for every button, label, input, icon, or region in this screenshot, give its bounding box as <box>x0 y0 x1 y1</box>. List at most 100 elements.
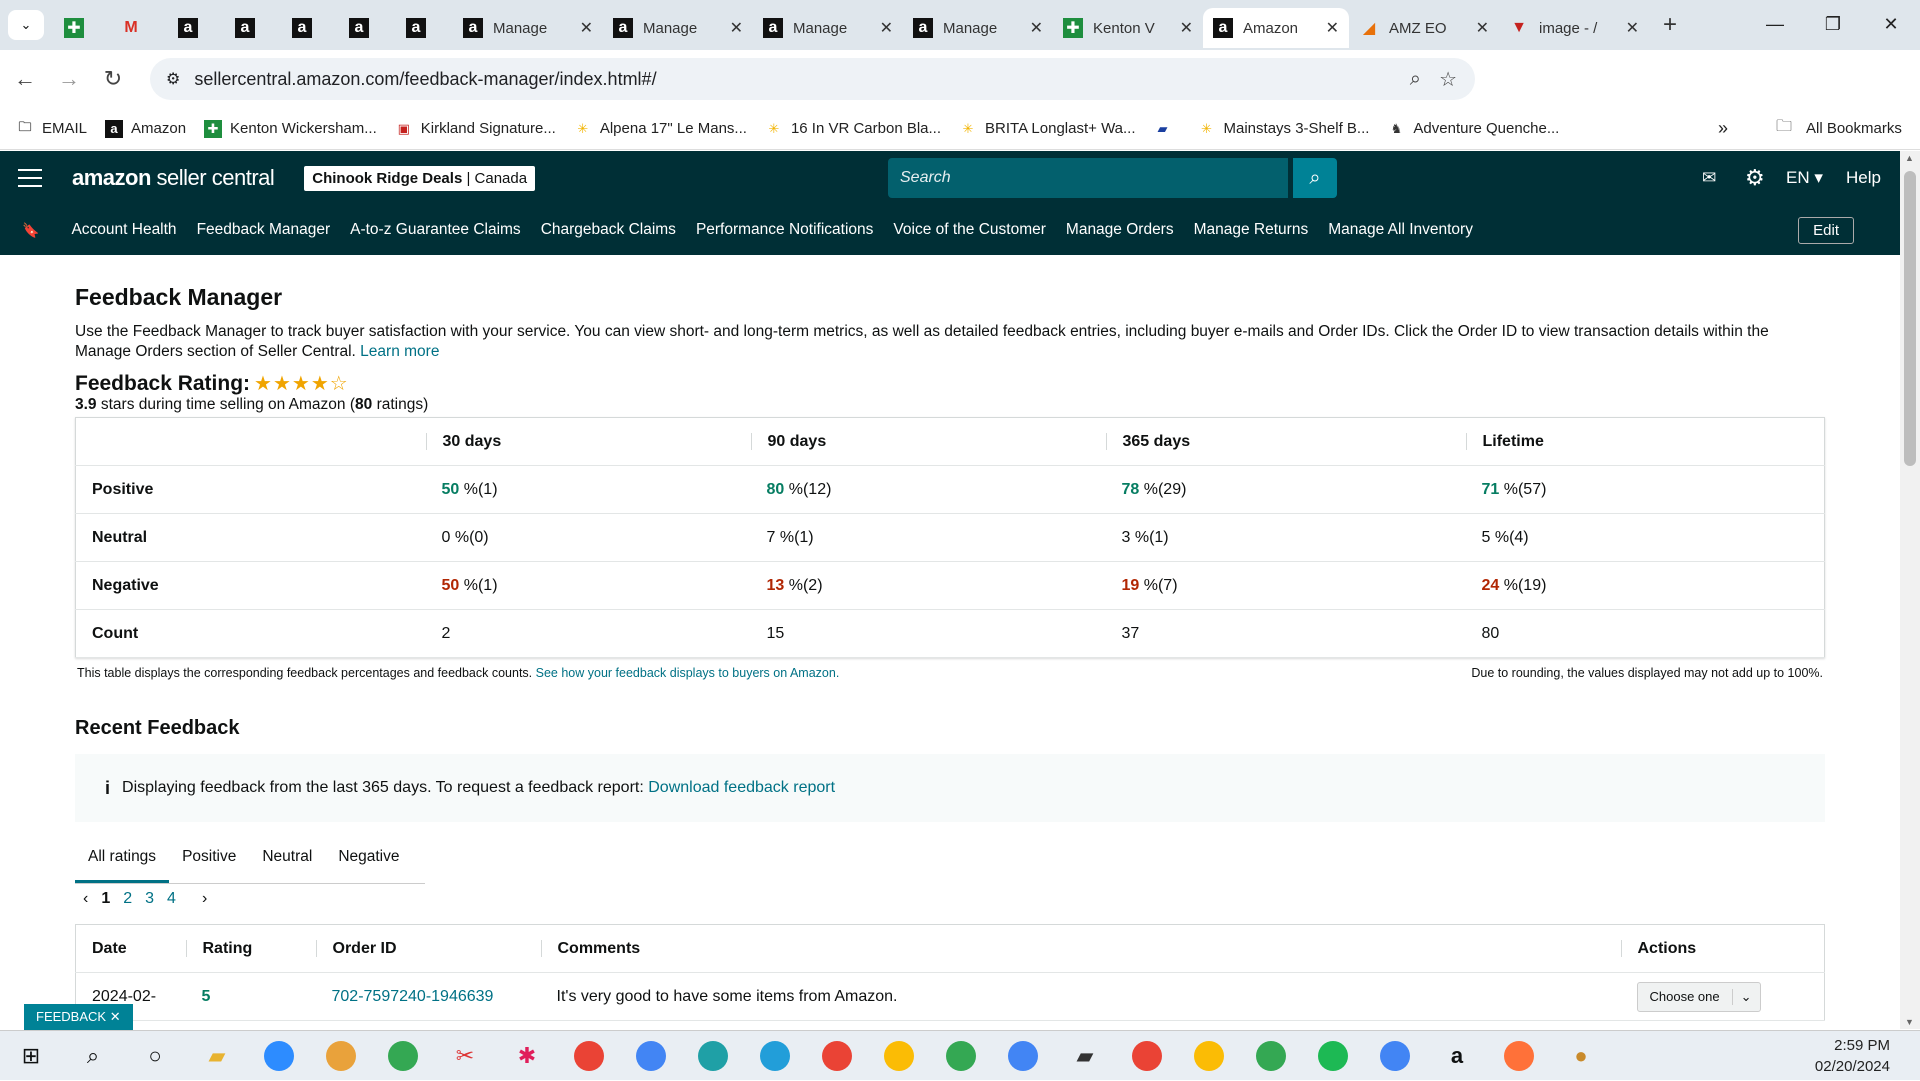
close-tab-icon[interactable]: ✕ <box>880 18 893 38</box>
page-link[interactable]: 1 <box>101 890 110 908</box>
browser-tab[interactable]: a <box>339 8 396 48</box>
bookmark-item[interactable]: ✳ 16 In VR Carbon Bla... <box>765 120 941 138</box>
task-view-icon[interactable]: ○ <box>130 1031 180 1081</box>
nav-item-chargeback-claims[interactable]: Chargeback Claims <box>541 221 676 239</box>
bookmark-item[interactable]: ♞ Adventure Quenche... <box>1387 120 1560 138</box>
chrome-app-icon[interactable] <box>1184 1031 1234 1081</box>
next-page-icon[interactable]: › <box>202 890 207 908</box>
tab-all-ratings[interactable]: All ratings <box>75 840 170 883</box>
bookmark-item[interactable]: 🗀 EMAIL <box>16 119 87 138</box>
new-tab-icon[interactable]: + <box>1663 11 1677 39</box>
page-link[interactable]: 3 <box>145 890 154 908</box>
actions-dropdown[interactable]: Choose one ⌄ <box>1636 981 1761 1012</box>
store-switcher[interactable]: Chinook Ridge Deals | Canada <box>304 165 536 191</box>
feedback-tab-button[interactable]: FEEDBACK ✕ <box>24 1004 133 1030</box>
browser-tab[interactable]: a Manage ✕ <box>453 8 603 48</box>
slack-app-icon[interactable]: ✱ <box>502 1031 552 1081</box>
edge-app-icon[interactable] <box>688 1031 738 1081</box>
bookmark-item[interactable]: ✚ Kenton Wickersham... <box>204 119 377 138</box>
chrome-app-icon[interactable] <box>316 1031 366 1081</box>
amazon-app-icon[interactable]: a <box>1432 1031 1482 1081</box>
chrome-app-icon[interactable] <box>1122 1031 1172 1081</box>
search-input[interactable]: Search <box>888 158 1288 198</box>
browser-tab[interactable]: M <box>111 8 168 48</box>
prev-page-icon[interactable]: ‹ <box>83 890 88 908</box>
help-link[interactable]: Help <box>1846 151 1881 205</box>
bookmark-item[interactable]: ✳ Mainstays 3-Shelf B... <box>1198 120 1369 138</box>
nav-item-manage-returns[interactable]: Manage Returns <box>1194 221 1309 239</box>
chrome-app-icon[interactable] <box>812 1031 862 1081</box>
zoom-app-icon[interactable] <box>254 1031 304 1081</box>
close-tab-icon[interactable]: ✕ <box>1326 18 1339 38</box>
search-icon[interactable]: ⌕ <box>1293 158 1337 198</box>
search-taskbar-icon[interactable]: ⌕ <box>68 1031 118 1081</box>
page-link[interactable]: 2 <box>123 890 132 908</box>
tab-positive[interactable]: Positive <box>169 840 249 883</box>
browser-tab[interactable]: a Manage ✕ <box>903 8 1053 48</box>
nav-item-voice-of-the-customer[interactable]: Voice of the Customer <box>893 221 1046 239</box>
back-icon[interactable]: ← <box>6 66 44 92</box>
close-tab-icon[interactable]: ✕ <box>1030 18 1043 38</box>
page-scrollbar[interactable]: ▲ ▼ <box>1900 151 1920 1029</box>
chrome-app-icon[interactable] <box>378 1031 428 1081</box>
page-link[interactable]: 4 <box>167 890 176 908</box>
tab-negative[interactable]: Negative <box>325 840 412 883</box>
zoom-icon[interactable]: ⌕ <box>1410 68 1421 91</box>
bookmark-item[interactable]: a Amazon <box>105 119 186 138</box>
chrome-app-icon[interactable] <box>626 1031 676 1081</box>
bookmark-star-icon[interactable]: ☆ <box>1439 67 1457 92</box>
hamburger-menu-icon[interactable] <box>18 169 42 187</box>
minimize-icon[interactable]: — <box>1746 0 1804 48</box>
site-info-icon[interactable]: ⚙ <box>166 69 180 89</box>
nav-bookmark-icon[interactable]: 🔖 <box>22 222 39 239</box>
bookmark-item[interactable]: ✳ Alpena 17" Le Mans... <box>574 120 747 138</box>
spotify-app-icon[interactable] <box>1308 1031 1358 1081</box>
browser-tab[interactable]: a <box>396 8 453 48</box>
nav-item-account-health[interactable]: Account Health <box>71 221 176 239</box>
browser-tab[interactable]: a Amazon ✕ <box>1203 8 1349 48</box>
language-selector[interactable]: EN ▾ <box>1786 151 1823 205</box>
close-tab-icon[interactable]: ✕ <box>1626 18 1639 38</box>
chrome-app-icon[interactable] <box>998 1031 1048 1081</box>
browser-tab[interactable]: ✚ Kenton V ✕ <box>1053 8 1203 48</box>
settings-gear-icon[interactable]: ⚙ <box>1745 151 1765 205</box>
chrome-app-icon[interactable] <box>1370 1031 1420 1081</box>
reload-icon[interactable]: ↻ <box>94 66 132 92</box>
seller-central-logo[interactable]: amazon seller central <box>72 165 275 191</box>
bookmark-item[interactable]: ✳ BRITA Longlast+ Wa... <box>959 120 1136 138</box>
nav-item-feedback-manager[interactable]: Feedback Manager <box>197 221 331 239</box>
chrome-app-icon[interactable] <box>874 1031 924 1081</box>
windows-start-icon[interactable]: ⊞ <box>6 1031 56 1081</box>
all-bookmarks-link[interactable]: All Bookmarks <box>1806 120 1902 137</box>
nav-item-performance-notifications[interactable]: Performance Notifications <box>696 221 873 239</box>
close-tab-icon[interactable]: ✕ <box>580 18 593 38</box>
close-tab-icon[interactable]: ✕ <box>730 18 743 38</box>
firefox-app-icon[interactable] <box>1494 1031 1544 1081</box>
more-bookmarks-icon[interactable]: » <box>1718 118 1728 139</box>
browser-tab[interactable]: a <box>168 8 225 48</box>
browser-tab[interactable]: a Manage ✕ <box>603 8 753 48</box>
game-app-icon[interactable]: ● <box>1556 1031 1606 1081</box>
browser-tab[interactable]: a <box>282 8 339 48</box>
snip-app-icon[interactable]: ✂ <box>440 1031 490 1081</box>
system-clock[interactable]: 2:59 PM 02/20/2024 <box>1815 1035 1890 1077</box>
bookmark-item[interactable]: ▣ Kirkland Signature... <box>395 120 556 138</box>
feedback-display-link[interactable]: See how your feedback displays to buyers… <box>536 666 840 680</box>
close-tab-icon[interactable]: ✕ <box>1476 18 1489 38</box>
chrome-app-icon[interactable] <box>936 1031 986 1081</box>
edit-nav-button[interactable]: Edit <box>1798 217 1854 244</box>
download-report-link[interactable]: Download feedback report <box>648 779 835 797</box>
bookmark-item[interactable]: ▰ <box>1154 120 1180 138</box>
learn-more-link[interactable]: Learn more <box>360 343 439 360</box>
cell-order-id[interactable]: 702-7597240-1946639 <box>315 972 541 1021</box>
browser-tab[interactable]: a <box>225 8 282 48</box>
tab-search-dropdown-icon[interactable]: ⌄ <box>8 10 44 40</box>
forward-icon[interactable]: → <box>50 66 88 92</box>
omnibox[interactable]: ⚙ sellercentral.amazon.com/feedback-mana… <box>150 58 1475 100</box>
telegram-app-icon[interactable] <box>750 1031 800 1081</box>
browser-tab[interactable]: ✚ <box>54 8 111 48</box>
browser-tab[interactable]: a Manage ✕ <box>753 8 903 48</box>
close-tab-icon[interactable]: ✕ <box>1180 18 1193 38</box>
browser-tab[interactable]: ▼ image - / ✕ <box>1499 8 1649 48</box>
tab-neutral[interactable]: Neutral <box>249 840 325 883</box>
